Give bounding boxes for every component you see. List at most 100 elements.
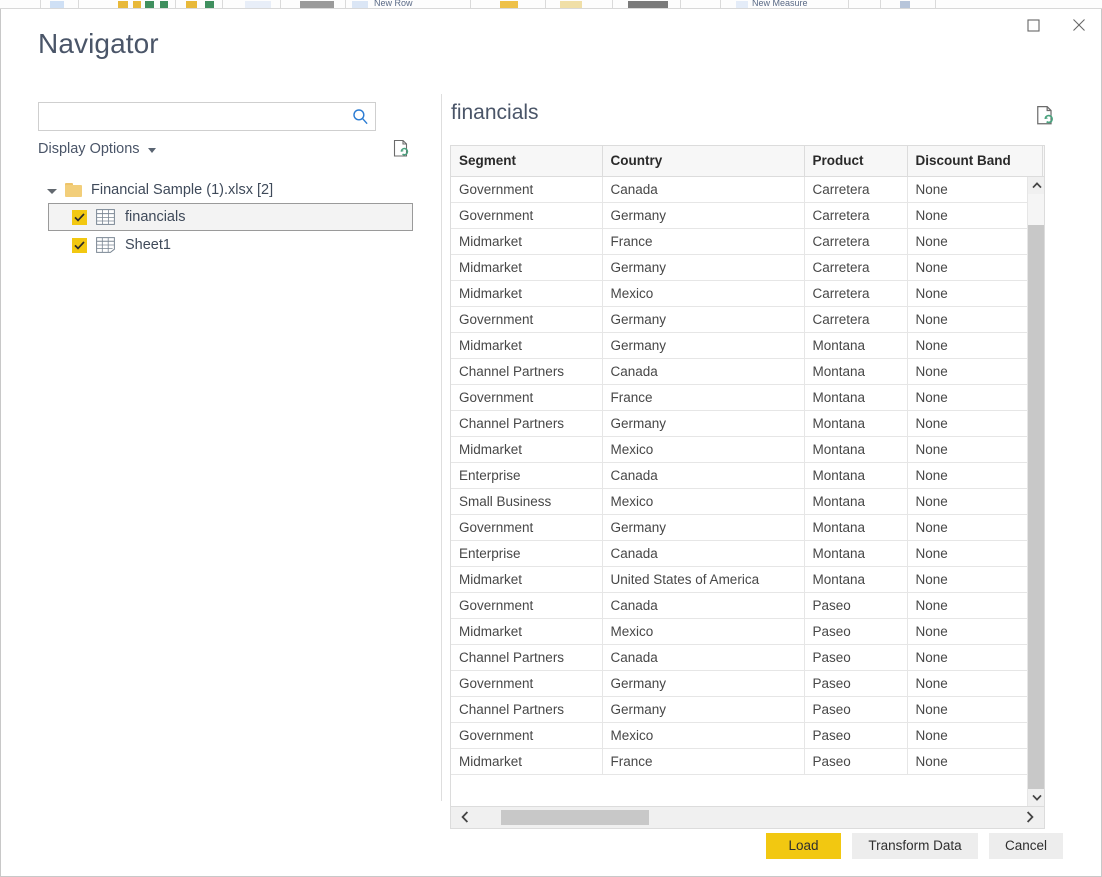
cell-segment: Midmarket: [451, 436, 602, 462]
chevron-up-icon[interactable]: [1028, 177, 1045, 194]
load-button[interactable]: Load: [766, 833, 841, 859]
table-row[interactable]: GovernmentGermanyMontanaNone: [451, 514, 1045, 540]
page-title: Navigator: [38, 29, 159, 60]
cell-segment: Channel Partners: [451, 410, 602, 436]
cell-segment: Channel Partners: [451, 644, 602, 670]
background-ribbon: New Row New Measure: [0, 0, 1102, 9]
cell-product: Paseo: [804, 592, 907, 618]
cell-discount-band: None: [907, 566, 1042, 592]
cell-segment: Midmarket: [451, 228, 602, 254]
table-row[interactable]: MidmarketFranceCarreteraNone: [451, 228, 1045, 254]
search-icon[interactable]: [345, 103, 375, 130]
tree-item-sheet1[interactable]: Sheet1: [48, 231, 413, 259]
chevron-down-icon: [148, 148, 156, 153]
table-row[interactable]: GovernmentGermanyCarreteraNone: [451, 306, 1045, 332]
table-row[interactable]: GovernmentGermanyCarreteraNone: [451, 202, 1045, 228]
refresh-document-icon[interactable]: [1036, 105, 1055, 131]
cell-discount-band: None: [907, 540, 1042, 566]
cancel-button[interactable]: Cancel: [989, 833, 1063, 859]
cell-product: Paseo: [804, 618, 907, 644]
table-row[interactable]: MidmarketFrancePaseoNone: [451, 748, 1045, 774]
table-row[interactable]: Small BusinessMexicoMontanaNone: [451, 488, 1045, 514]
cell-discount-band: None: [907, 228, 1042, 254]
cell-product: Montana: [804, 410, 907, 436]
expand-triangle-icon[interactable]: [47, 189, 57, 194]
maximize-button[interactable]: [1011, 9, 1056, 41]
cell-product: Montana: [804, 462, 907, 488]
table-row[interactable]: Channel PartnersGermanyPaseoNone: [451, 696, 1045, 722]
refresh-document-icon[interactable]: [393, 139, 410, 163]
cell-country: United States of America: [602, 566, 804, 592]
table-header-row: Segment Country Product Discount Band Un…: [451, 146, 1045, 176]
cell-country: Canada: [602, 644, 804, 670]
tree-root-node[interactable]: Financial Sample (1).xlsx [2]: [1, 177, 441, 203]
cell-product: Paseo: [804, 722, 907, 748]
cell-product: Carretera: [804, 280, 907, 306]
cell-segment: Channel Partners: [451, 358, 602, 384]
cell-product: Paseo: [804, 696, 907, 722]
cell-discount-band: None: [907, 280, 1042, 306]
cell-product: Montana: [804, 488, 907, 514]
table-row[interactable]: MidmarketMexicoCarreteraNone: [451, 280, 1045, 306]
vertical-scrollbar[interactable]: [1027, 177, 1044, 806]
search-input[interactable]: [39, 103, 345, 130]
table-row[interactable]: GovernmentCanadaPaseoNone: [451, 592, 1045, 618]
tree-item-label: Sheet1: [125, 237, 171, 253]
cell-discount-band: None: [907, 254, 1042, 280]
column-header-product[interactable]: Product: [804, 146, 907, 176]
table-row[interactable]: EnterpriseCanadaMontanaNone: [451, 462, 1045, 488]
cell-country: Germany: [602, 410, 804, 436]
cell-product: Montana: [804, 358, 907, 384]
table-row[interactable]: GovernmentCanadaCarreteraNone: [451, 176, 1045, 202]
table-row[interactable]: MidmarketGermanyCarreteraNone: [451, 254, 1045, 280]
column-header-country[interactable]: Country: [602, 146, 804, 176]
cell-discount-band: None: [907, 332, 1042, 358]
cell-country: Mexico: [602, 280, 804, 306]
cell-discount-band: None: [907, 176, 1042, 202]
checkbox-financials[interactable]: [72, 210, 87, 225]
right-pane: financials Segment Country Product Disco…: [449, 81, 1102, 801]
table-icon: [96, 209, 115, 225]
column-header-discount-band[interactable]: Discount Band: [907, 146, 1042, 176]
cell-country: Canada: [602, 176, 804, 202]
table-row[interactable]: GovernmentMexicoPaseoNone: [451, 722, 1045, 748]
table-row[interactable]: GovernmentGermanyPaseoNone: [451, 670, 1045, 696]
column-header-segment[interactable]: Segment: [451, 146, 602, 176]
table-row[interactable]: Channel PartnersCanadaMontanaNone: [451, 358, 1045, 384]
cell-segment: Midmarket: [451, 748, 602, 774]
cell-discount-band: None: [907, 644, 1042, 670]
cell-country: France: [602, 748, 804, 774]
cell-country: Canada: [602, 358, 804, 384]
vertical-scroll-thumb[interactable]: [1028, 225, 1045, 790]
search-box[interactable]: [38, 102, 376, 131]
display-options-dropdown[interactable]: Display Options: [38, 141, 156, 157]
cell-segment: Midmarket: [451, 280, 602, 306]
cell-segment: Midmarket: [451, 618, 602, 644]
cell-discount-band: None: [907, 722, 1042, 748]
cell-country: Germany: [602, 306, 804, 332]
cell-discount-band: None: [907, 436, 1042, 462]
window-controls: [1011, 9, 1101, 41]
table-row[interactable]: MidmarketGermanyMontanaNone: [451, 332, 1045, 358]
table-row[interactable]: MidmarketUnited States of AmericaMontana…: [451, 566, 1045, 592]
cell-country: Mexico: [602, 722, 804, 748]
table-row[interactable]: GovernmentFranceMontanaNone: [451, 384, 1045, 410]
checkbox-sheet1[interactable]: [72, 238, 87, 253]
preview-table: Segment Country Product Discount Band Un…: [451, 146, 1045, 775]
table-row[interactable]: EnterpriseCanadaMontanaNone: [451, 540, 1045, 566]
transform-data-button[interactable]: Transform Data: [852, 833, 978, 859]
cell-segment: Government: [451, 514, 602, 540]
tree-item-financials[interactable]: financials: [48, 203, 413, 231]
table-row[interactable]: MidmarketMexicoPaseoNone: [451, 618, 1045, 644]
cell-discount-band: None: [907, 384, 1042, 410]
table-row[interactable]: MidmarketMexicoMontanaNone: [451, 436, 1045, 462]
table-row[interactable]: Channel PartnersCanadaPaseoNone: [451, 644, 1045, 670]
column-header-units-sold[interactable]: Uni: [1042, 146, 1045, 176]
cell-discount-band: None: [907, 748, 1042, 774]
table-row[interactable]: Channel PartnersGermanyMontanaNone: [451, 410, 1045, 436]
cell-product: Paseo: [804, 670, 907, 696]
cell-segment: Enterprise: [451, 540, 602, 566]
cell-discount-band: None: [907, 358, 1042, 384]
close-button[interactable]: [1056, 9, 1101, 41]
chevron-down-icon[interactable]: [1028, 789, 1045, 806]
